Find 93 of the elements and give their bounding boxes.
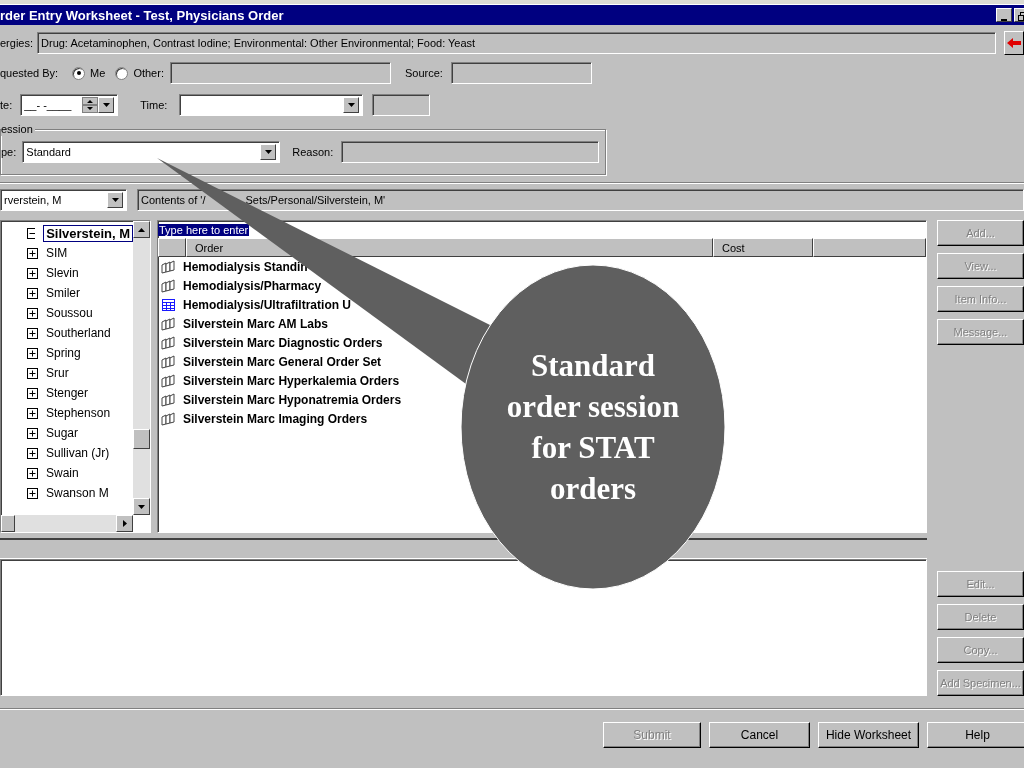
minimize-icon xyxy=(1001,19,1007,21)
tree-item[interactable]: Slevin xyxy=(46,266,79,280)
other-field[interactable] xyxy=(169,62,391,84)
field-label: quested By: xyxy=(0,67,59,79)
order-set-icon xyxy=(161,335,177,350)
order-item[interactable]: Silverstein Marc AM Labs xyxy=(183,316,328,331)
expand-icon[interactable] xyxy=(27,247,38,259)
reason-field[interactable] xyxy=(341,141,600,163)
expand-icon[interactable] xyxy=(27,407,38,419)
order-set-icon xyxy=(161,354,177,369)
column-header[interactable]: Cost xyxy=(713,238,813,257)
order-set-icon xyxy=(161,278,177,293)
expand-icon[interactable] xyxy=(27,367,38,379)
contents-text: Sets/Personal/Silverstein, M' xyxy=(245,194,386,206)
spinner-icon[interactable] xyxy=(82,97,99,113)
up-arrow-icon[interactable] xyxy=(138,227,145,232)
tree-item[interactable]: Southerland xyxy=(46,326,111,340)
caret-icon xyxy=(264,150,272,154)
order-item[interactable]: Silverstein Marc Diagnostic Orders xyxy=(183,335,383,350)
tree-item[interactable]: Sugar xyxy=(46,426,79,440)
dropdown-field[interactable]: rverstein, M xyxy=(0,189,127,211)
right-arrow-icon[interactable] xyxy=(122,520,127,527)
restore-icon xyxy=(1018,12,1024,21)
order-set-icon xyxy=(161,411,177,426)
radio-option[interactable]: Me xyxy=(72,66,106,80)
time-extra-field[interactable] xyxy=(372,94,431,116)
callout-text: Standard order session for STAT orders xyxy=(505,347,681,508)
tree-item[interactable]: Sullivan (Jr) xyxy=(46,446,110,460)
expand-icon[interactable] xyxy=(27,447,38,459)
date-field[interactable]: __- -____ xyxy=(20,94,119,116)
order-item[interactable]: Silverstein Marc Hyperkalemia Orders xyxy=(183,373,400,388)
minimize-button[interactable] xyxy=(996,8,1012,22)
field-label: ergies: xyxy=(0,36,34,49)
tree-item[interactable]: Smiler xyxy=(46,286,80,300)
order-item[interactable]: Silverstein Marc Hyponatremia Orders xyxy=(183,392,402,407)
scroll-thumb[interactable] xyxy=(133,429,150,449)
filter-field[interactable]: Type here to enter xyxy=(158,223,250,236)
expand-icon[interactable] xyxy=(27,487,38,499)
button[interactable]: Help xyxy=(927,722,1024,748)
order-item[interactable]: Silverstein Marc Imaging Orders xyxy=(183,411,368,426)
field-label: pe: xyxy=(1,146,17,158)
button[interactable]: Hide Worksheet xyxy=(818,722,919,748)
column-header[interactable] xyxy=(158,238,186,257)
table-icon xyxy=(161,297,177,312)
alert-button[interactable] xyxy=(1004,30,1024,55)
expand-icon[interactable] xyxy=(27,387,38,399)
radio-option[interactable]: Other: xyxy=(115,66,164,80)
expand-icon[interactable] xyxy=(27,427,38,439)
expand-icon[interactable] xyxy=(27,347,38,359)
order-item[interactable]: Hemodialysis Standin xyxy=(183,259,308,274)
expand-icon[interactable] xyxy=(27,307,38,319)
tree-item[interactable]: Spring xyxy=(46,346,81,360)
horizontal-scrollbar[interactable] xyxy=(1,515,133,532)
order-item[interactable]: Silverstein Marc General Order Set xyxy=(183,354,382,369)
tree-item[interactable]: Stephenson xyxy=(46,406,111,420)
tree-item[interactable]: Stenger xyxy=(46,386,89,400)
scroll-thumb[interactable] xyxy=(1,515,15,532)
arrow-icon xyxy=(1007,37,1021,48)
field-label: te: xyxy=(0,99,13,111)
dropdown-field[interactable]: Standard xyxy=(22,141,281,163)
order-set-icon xyxy=(161,392,177,407)
field-label: Reason: xyxy=(292,146,334,158)
vertical-scrollbar[interactable] xyxy=(133,221,150,515)
expand-icon[interactable] xyxy=(27,287,38,299)
tree-item[interactable]: Swanson M xyxy=(46,486,109,500)
caret-icon xyxy=(347,103,355,107)
field-label: Time: xyxy=(140,99,168,111)
group-legend: ession xyxy=(1,122,35,136)
tree-item[interactable]: Soussou xyxy=(46,306,93,320)
field-label: Source: xyxy=(404,67,443,79)
caret-icon xyxy=(111,198,119,202)
tree-item[interactable]: Srur xyxy=(46,366,69,380)
caret-icon xyxy=(102,103,110,107)
window-title: rder Entry Worksheet - Test, Physicians Order xyxy=(0,7,284,23)
column-header[interactable] xyxy=(813,238,926,257)
order-set-icon xyxy=(161,259,177,274)
order-set-icon xyxy=(161,373,177,388)
contents-text: Contents of '/ xyxy=(141,194,206,206)
expand-icon[interactable] xyxy=(27,267,38,279)
tree-item[interactable]: Swain xyxy=(46,466,79,480)
button[interactable]: Cancel xyxy=(709,722,810,748)
order-item[interactable]: Hemodialysis/Pharmacy xyxy=(183,278,322,293)
tree-item[interactable]: SIM xyxy=(46,246,68,260)
dropdown-field[interactable] xyxy=(179,94,364,116)
order-item[interactable]: Hemodialysis/Ultrafiltration U xyxy=(183,297,352,312)
expand-icon[interactable] xyxy=(27,467,38,479)
collapse-icon[interactable] xyxy=(27,227,36,239)
tree-item[interactable]: Silverstein, M xyxy=(43,224,133,242)
order-set-icon xyxy=(161,316,177,331)
source-field[interactable] xyxy=(450,62,592,84)
allergies-field: Drug: Acetaminophen, Contrast Iodine; Environmental: Other Environmental; Food: Yeast xyxy=(37,31,996,54)
expand-icon[interactable] xyxy=(27,327,38,339)
down-arrow-icon[interactable] xyxy=(138,504,145,509)
